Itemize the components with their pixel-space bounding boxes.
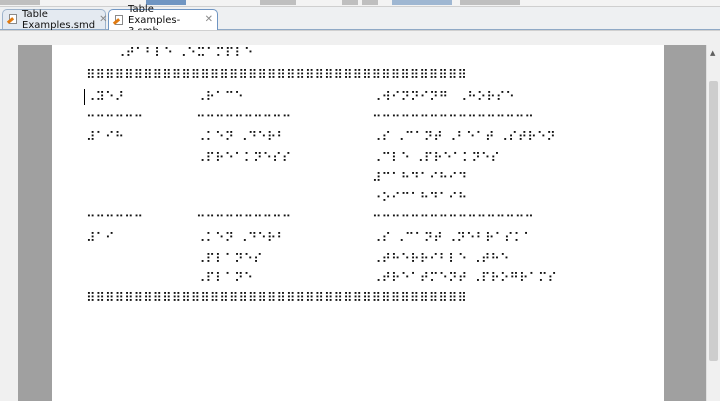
braille-table-cell: ⠼⠁⠊⠓ bbox=[86, 130, 125, 145]
toolbar-item[interactable] bbox=[362, 0, 378, 5]
close-icon[interactable]: ✕ bbox=[99, 14, 107, 25]
braille-table-cell: ⠼⠁⠊ bbox=[86, 231, 115, 246]
toolbar-item[interactable] bbox=[260, 0, 296, 5]
braille-table-cell: ⠠⠗⠁⠉⠑ bbox=[196, 90, 244, 105]
text-caret bbox=[84, 89, 85, 105]
vertical-scrollbar[interactable]: ▲ bbox=[706, 45, 720, 401]
braille-line: ⠠⠞⠁⠃⠇⠑ ⠠⠑⠭⠁⠍⠏⠇⠑ bbox=[116, 46, 254, 61]
braille-table-cell: ⠐⠕⠊⠉⠁⠓⠙⠁⠊⠓ bbox=[372, 191, 468, 206]
tab-label: Table Examples.smd bbox=[22, 8, 96, 31]
braille-table-cell: ⠠⠎ ⠠⠉⠁⠝⠞ ⠠⠝⠑⠃⠗⠁⠎⠅⠁ bbox=[372, 231, 533, 246]
toolbar-item[interactable] bbox=[342, 0, 358, 5]
braille-table-cell: ⠠⠅⠑⠝ ⠠⠙⠑⠗⠃ bbox=[196, 231, 286, 246]
braille-table-cell: ⠠⠏⠇⠁⠝⠑ bbox=[196, 271, 254, 286]
toolbar-item[interactable] bbox=[0, 0, 40, 5]
braille-line: ⠿⠿⠿⠿⠿⠿⠿⠿⠿⠿⠿⠿⠿⠿⠿⠿⠿⠿⠿⠿⠿⠿⠿⠿⠿⠿⠿⠿⠿⠿⠿⠿⠿⠿⠿⠿⠿⠿⠿⠿ bbox=[86, 68, 467, 83]
toolbar-item[interactable] bbox=[460, 0, 520, 5]
document-edit-icon bbox=[6, 14, 18, 25]
braille-table-cell: ⠼⠉⠁⠓⠙⠁⠊⠓⠊⠙ bbox=[372, 171, 468, 186]
scrollbar-thumb[interactable] bbox=[709, 81, 718, 361]
braille-table-cell: ⠒⠒⠒⠒⠒⠒⠒⠒⠒⠒⠒⠒⠒⠒⠒⠒⠒ bbox=[372, 110, 534, 125]
braille-table-cell: ⠒⠒⠒⠒⠒⠒ bbox=[86, 210, 144, 225]
tab-table-examples-smd[interactable]: Table Examples.smd ✕ bbox=[2, 8, 107, 31]
toolbar-item[interactable] bbox=[392, 0, 452, 5]
braille-table-cell: ⠠⠅⠑⠝ ⠠⠙⠑⠗⠃ bbox=[196, 130, 286, 145]
document-edit-icon bbox=[112, 14, 124, 26]
braille-table-cell: ⠒⠒⠒⠒⠒⠒⠒⠒⠒⠒ bbox=[196, 110, 292, 125]
page-margin-left bbox=[18, 45, 52, 401]
tab-table-examples-3-smb[interactable]: Table Examples-3.smb ✕ bbox=[108, 4, 218, 37]
page-margin-right bbox=[664, 45, 706, 401]
toolbar-strip bbox=[0, 0, 720, 7]
close-icon[interactable]: ✕ bbox=[205, 15, 213, 25]
braille-table-cell: ⠠⠉⠇⠑ ⠠⠏⠗⠑⠁⠅⠝⠑⠎ bbox=[372, 151, 500, 166]
braille-table-cell: ⠠⠏⠗⠑⠁⠅⠝⠑⠎⠎ bbox=[196, 151, 292, 166]
braille-page[interactable] bbox=[52, 45, 664, 401]
braille-line: ⠿⠿⠿⠿⠿⠿⠿⠿⠿⠿⠿⠿⠿⠿⠿⠿⠿⠿⠿⠿⠿⠿⠿⠿⠿⠿⠿⠿⠿⠿⠿⠿⠿⠿⠿⠿⠿⠿⠿⠿ bbox=[86, 291, 467, 306]
tab-bar: Table Examples.smd ✕ Table Examples-3.sm… bbox=[0, 4, 720, 37]
braille-table-cell: ⠠⠞⠗⠑⠁⠞⠍⠑⠝⠞ ⠠⠏⠗⠕⠛⠗⠁⠍⠎ bbox=[372, 271, 558, 286]
braille-table-cell: ⠒⠒⠒⠒⠒⠒ bbox=[86, 110, 144, 125]
braille-table-cell: ⠠⠺⠊⠝⠝⠊⠝⠛⠀⠠⠓⠕⠗⠎⠑ bbox=[372, 90, 515, 105]
braille-table-cell: ⠠⠞⠓⠑⠗⠗⠊⠃⠇⠑ ⠠⠞⠓⠑ bbox=[372, 252, 510, 267]
braille-table-cell: ⠠⠽⠑⠜ bbox=[86, 90, 125, 105]
braille-table-cell: ⠒⠒⠒⠒⠒⠒⠒⠒⠒⠒ bbox=[196, 210, 292, 225]
braille-table-cell: ⠒⠒⠒⠒⠒⠒⠒⠒⠒⠒⠒⠒⠒⠒⠒⠒⠒ bbox=[372, 210, 534, 225]
scroll-up-icon[interactable]: ▲ bbox=[710, 49, 715, 57]
braille-table-cell: ⠠⠎ ⠠⠉⠁⠝⠞ ⠠⠃⠑⠁⠞ ⠠⠎⠞⠗⠑⠝ bbox=[372, 130, 556, 145]
braille-table-cell: ⠠⠏⠇⠁⠝⠑⠎ bbox=[196, 252, 263, 267]
